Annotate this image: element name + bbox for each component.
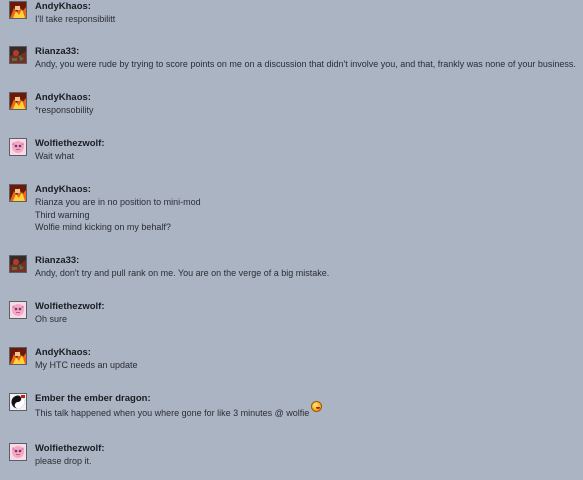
message-author[interactable]: Rianza33: xyxy=(35,255,79,267)
wolfiethezwolf-avatar[interactable] xyxy=(9,138,27,156)
wolfiethezwolf-avatar[interactable] xyxy=(9,443,27,461)
rianza33-avatar[interactable] xyxy=(9,46,27,64)
tongue-smiley-icon xyxy=(311,401,323,412)
message-author[interactable]: Rianza33: xyxy=(35,46,79,58)
message-text: Wait what xyxy=(35,151,75,161)
message-text-content: This talk happened when you where gone f… xyxy=(35,408,310,418)
andykhaos-avatar[interactable] xyxy=(9,1,27,19)
message-text: Andy, don't try and pull rank on me. You… xyxy=(35,268,330,278)
message-text: I'll take responsibilitt xyxy=(35,14,116,24)
message-author[interactable]: Wolfiethezwolf: xyxy=(35,301,104,313)
message-author[interactable]: AndyKhaos: xyxy=(35,92,91,104)
message-text: Wolfie mind kicking on my behalf? xyxy=(35,222,171,232)
message-text: please drop it. xyxy=(35,456,92,466)
andykhaos-avatar[interactable] xyxy=(9,347,27,365)
message-text: Oh sure xyxy=(35,314,68,324)
rianza33-avatar[interactable] xyxy=(9,255,27,273)
message-text: Third warning xyxy=(35,209,90,220)
message-author[interactable]: AndyKhaos: xyxy=(35,1,91,13)
message-text: Andy, you were rude by trying to score p… xyxy=(35,59,576,69)
message-author[interactable]: AndyKhaos: xyxy=(35,347,91,359)
chat-log: AndyKhaos: I'll take responsibilitt Rian… xyxy=(0,0,583,480)
message-text: My HTC needs an update xyxy=(35,360,138,370)
wolfiethezwolf-avatar[interactable] xyxy=(9,301,27,319)
message-author[interactable]: Ember the ember dragon: xyxy=(35,393,151,405)
andykhaos-avatar[interactable] xyxy=(9,92,27,110)
message-text: This talk happened when you where gone f… xyxy=(35,401,323,420)
message-text: Rianza you are in no position to mini-mo… xyxy=(35,197,201,207)
andykhaos-avatar[interactable] xyxy=(9,184,27,202)
message-text: *responsobility xyxy=(35,105,94,115)
message-author[interactable]: Wolfiethezwolf: xyxy=(35,138,104,150)
message-author[interactable]: AndyKhaos: xyxy=(35,184,91,196)
message-author[interactable]: Wolfiethezwolf: xyxy=(35,443,104,455)
ember-avatar[interactable] xyxy=(9,393,27,411)
